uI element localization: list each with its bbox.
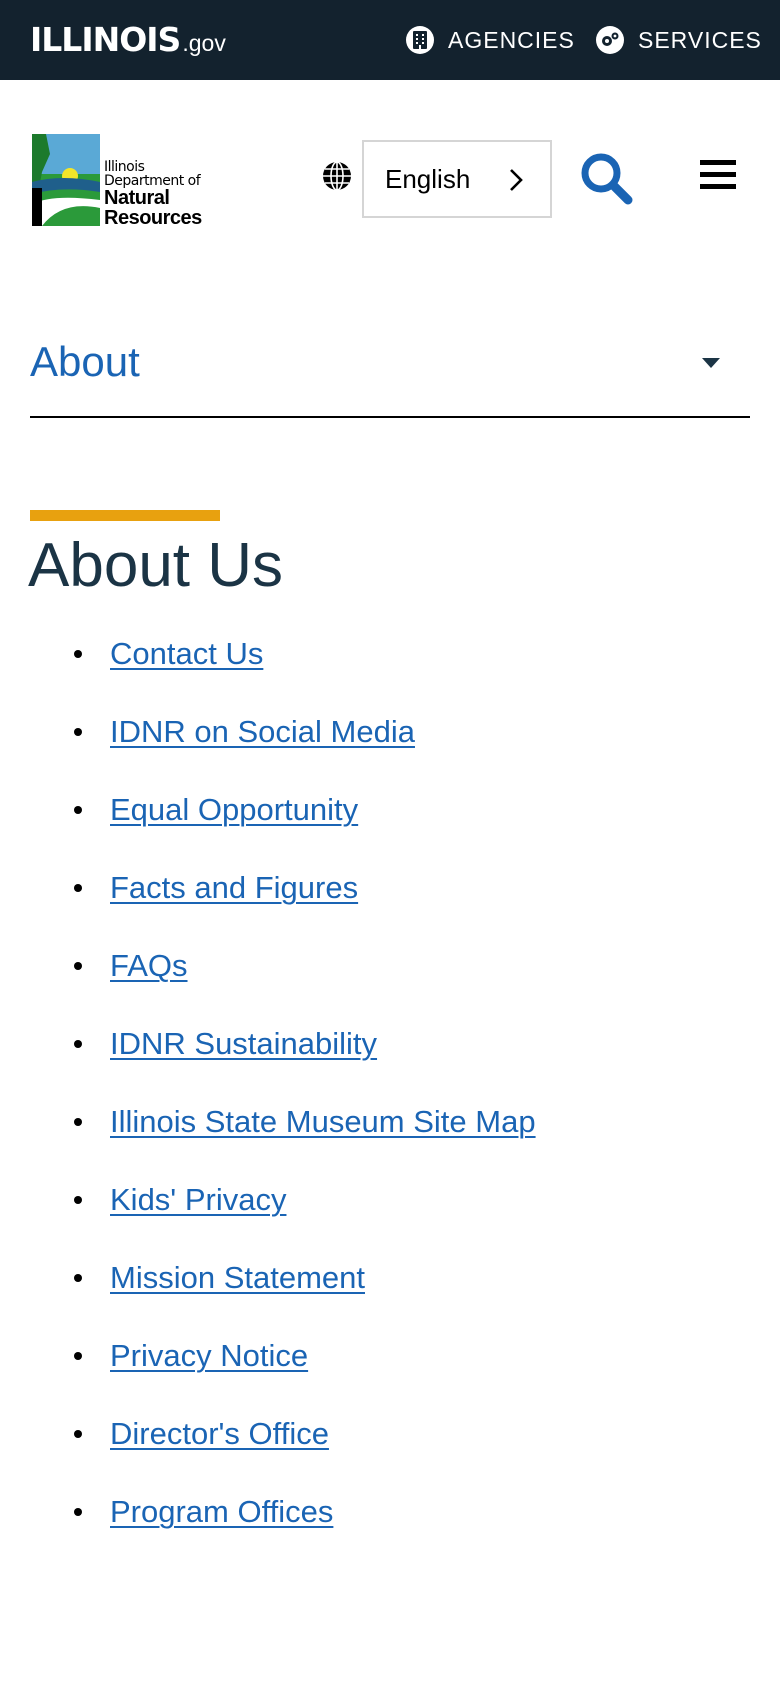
- link-mission-statement[interactable]: Mission Statement: [110, 1260, 365, 1295]
- list-item: Facts and Figures: [74, 864, 550, 912]
- chevron-right-icon: [510, 169, 523, 191]
- search-icon: [581, 153, 633, 205]
- hamburger-menu-icon[interactable]: [700, 160, 740, 196]
- heading-accent-bar: [30, 510, 220, 521]
- list-item: IDNR on Social Media: [74, 708, 550, 756]
- link-equal-opportunity[interactable]: Equal Opportunity: [110, 792, 358, 827]
- link-idnr-sustainability[interactable]: IDNR Sustainability: [110, 1026, 377, 1061]
- list-item: Contact Us: [74, 630, 550, 678]
- list-item: Director's Office: [74, 1410, 550, 1458]
- caret-down-icon: [702, 358, 720, 368]
- illinois-logo-text: ILLINOIS: [30, 20, 181, 59]
- illinois-gov-logo[interactable]: ILLINOIS .gov: [30, 20, 226, 59]
- language-selector[interactable]: English: [362, 140, 552, 218]
- list-item: IDNR Sustainability: [74, 1020, 550, 1068]
- list-item: Equal Opportunity: [74, 786, 550, 834]
- link-facts-and-figures[interactable]: Facts and Figures: [110, 870, 358, 905]
- link-state-museum-site-map[interactable]: Illinois State Museum Site Map: [110, 1104, 536, 1139]
- list-item: FAQs: [74, 942, 550, 990]
- link-directors-office[interactable]: Director's Office: [110, 1416, 329, 1451]
- state-top-bar: ILLINOIS .gov AGENCIES SERVICES: [0, 0, 780, 80]
- search-button[interactable]: [578, 150, 634, 206]
- section-nav-label: About: [30, 338, 140, 385]
- agencies-link[interactable]: AGENCIES: [406, 20, 575, 60]
- idnr-logo-line4: Resources: [104, 207, 202, 229]
- page-title: About Us: [28, 531, 284, 600]
- link-program-offices[interactable]: Program Offices: [110, 1494, 333, 1529]
- idnr-logo-text: Illinois Department of Natural Resources: [104, 160, 202, 228]
- list-item: Kids' Privacy: [74, 1176, 550, 1224]
- idnr-logo-line2: Department of: [104, 173, 201, 189]
- link-kids-privacy[interactable]: Kids' Privacy: [110, 1182, 286, 1217]
- building-icon: [406, 26, 434, 54]
- list-item: Program Offices: [74, 1488, 550, 1536]
- list-item: Mission Statement: [74, 1254, 550, 1302]
- about-links-list: Contact Us IDNR on Social Media Equal Op…: [74, 630, 550, 1566]
- idnr-emblem-icon: [32, 134, 100, 226]
- section-nav-dropdown[interactable]: About: [30, 318, 750, 418]
- list-item: Illinois State Museum Site Map: [74, 1098, 550, 1146]
- list-item: Privacy Notice: [74, 1332, 550, 1380]
- services-label: SERVICES: [638, 26, 762, 53]
- language-value: English: [385, 163, 471, 194]
- idnr-logo-line3: Natural: [104, 187, 170, 209]
- idnr-logo[interactable]: Illinois Department of Natural Resources: [32, 134, 207, 228]
- agencies-label: AGENCIES: [448, 26, 575, 53]
- services-link[interactable]: SERVICES: [596, 20, 762, 60]
- link-privacy-notice[interactable]: Privacy Notice: [110, 1338, 308, 1373]
- gears-icon: [596, 26, 624, 54]
- globe-icon: [321, 160, 353, 192]
- link-contact-us[interactable]: Contact Us: [110, 636, 263, 671]
- link-faqs[interactable]: FAQs: [110, 948, 188, 983]
- illinois-logo-suffix: .gov: [182, 30, 226, 56]
- link-idnr-social-media[interactable]: IDNR on Social Media: [110, 714, 415, 749]
- idnr-logo-line1: Illinois: [104, 159, 145, 175]
